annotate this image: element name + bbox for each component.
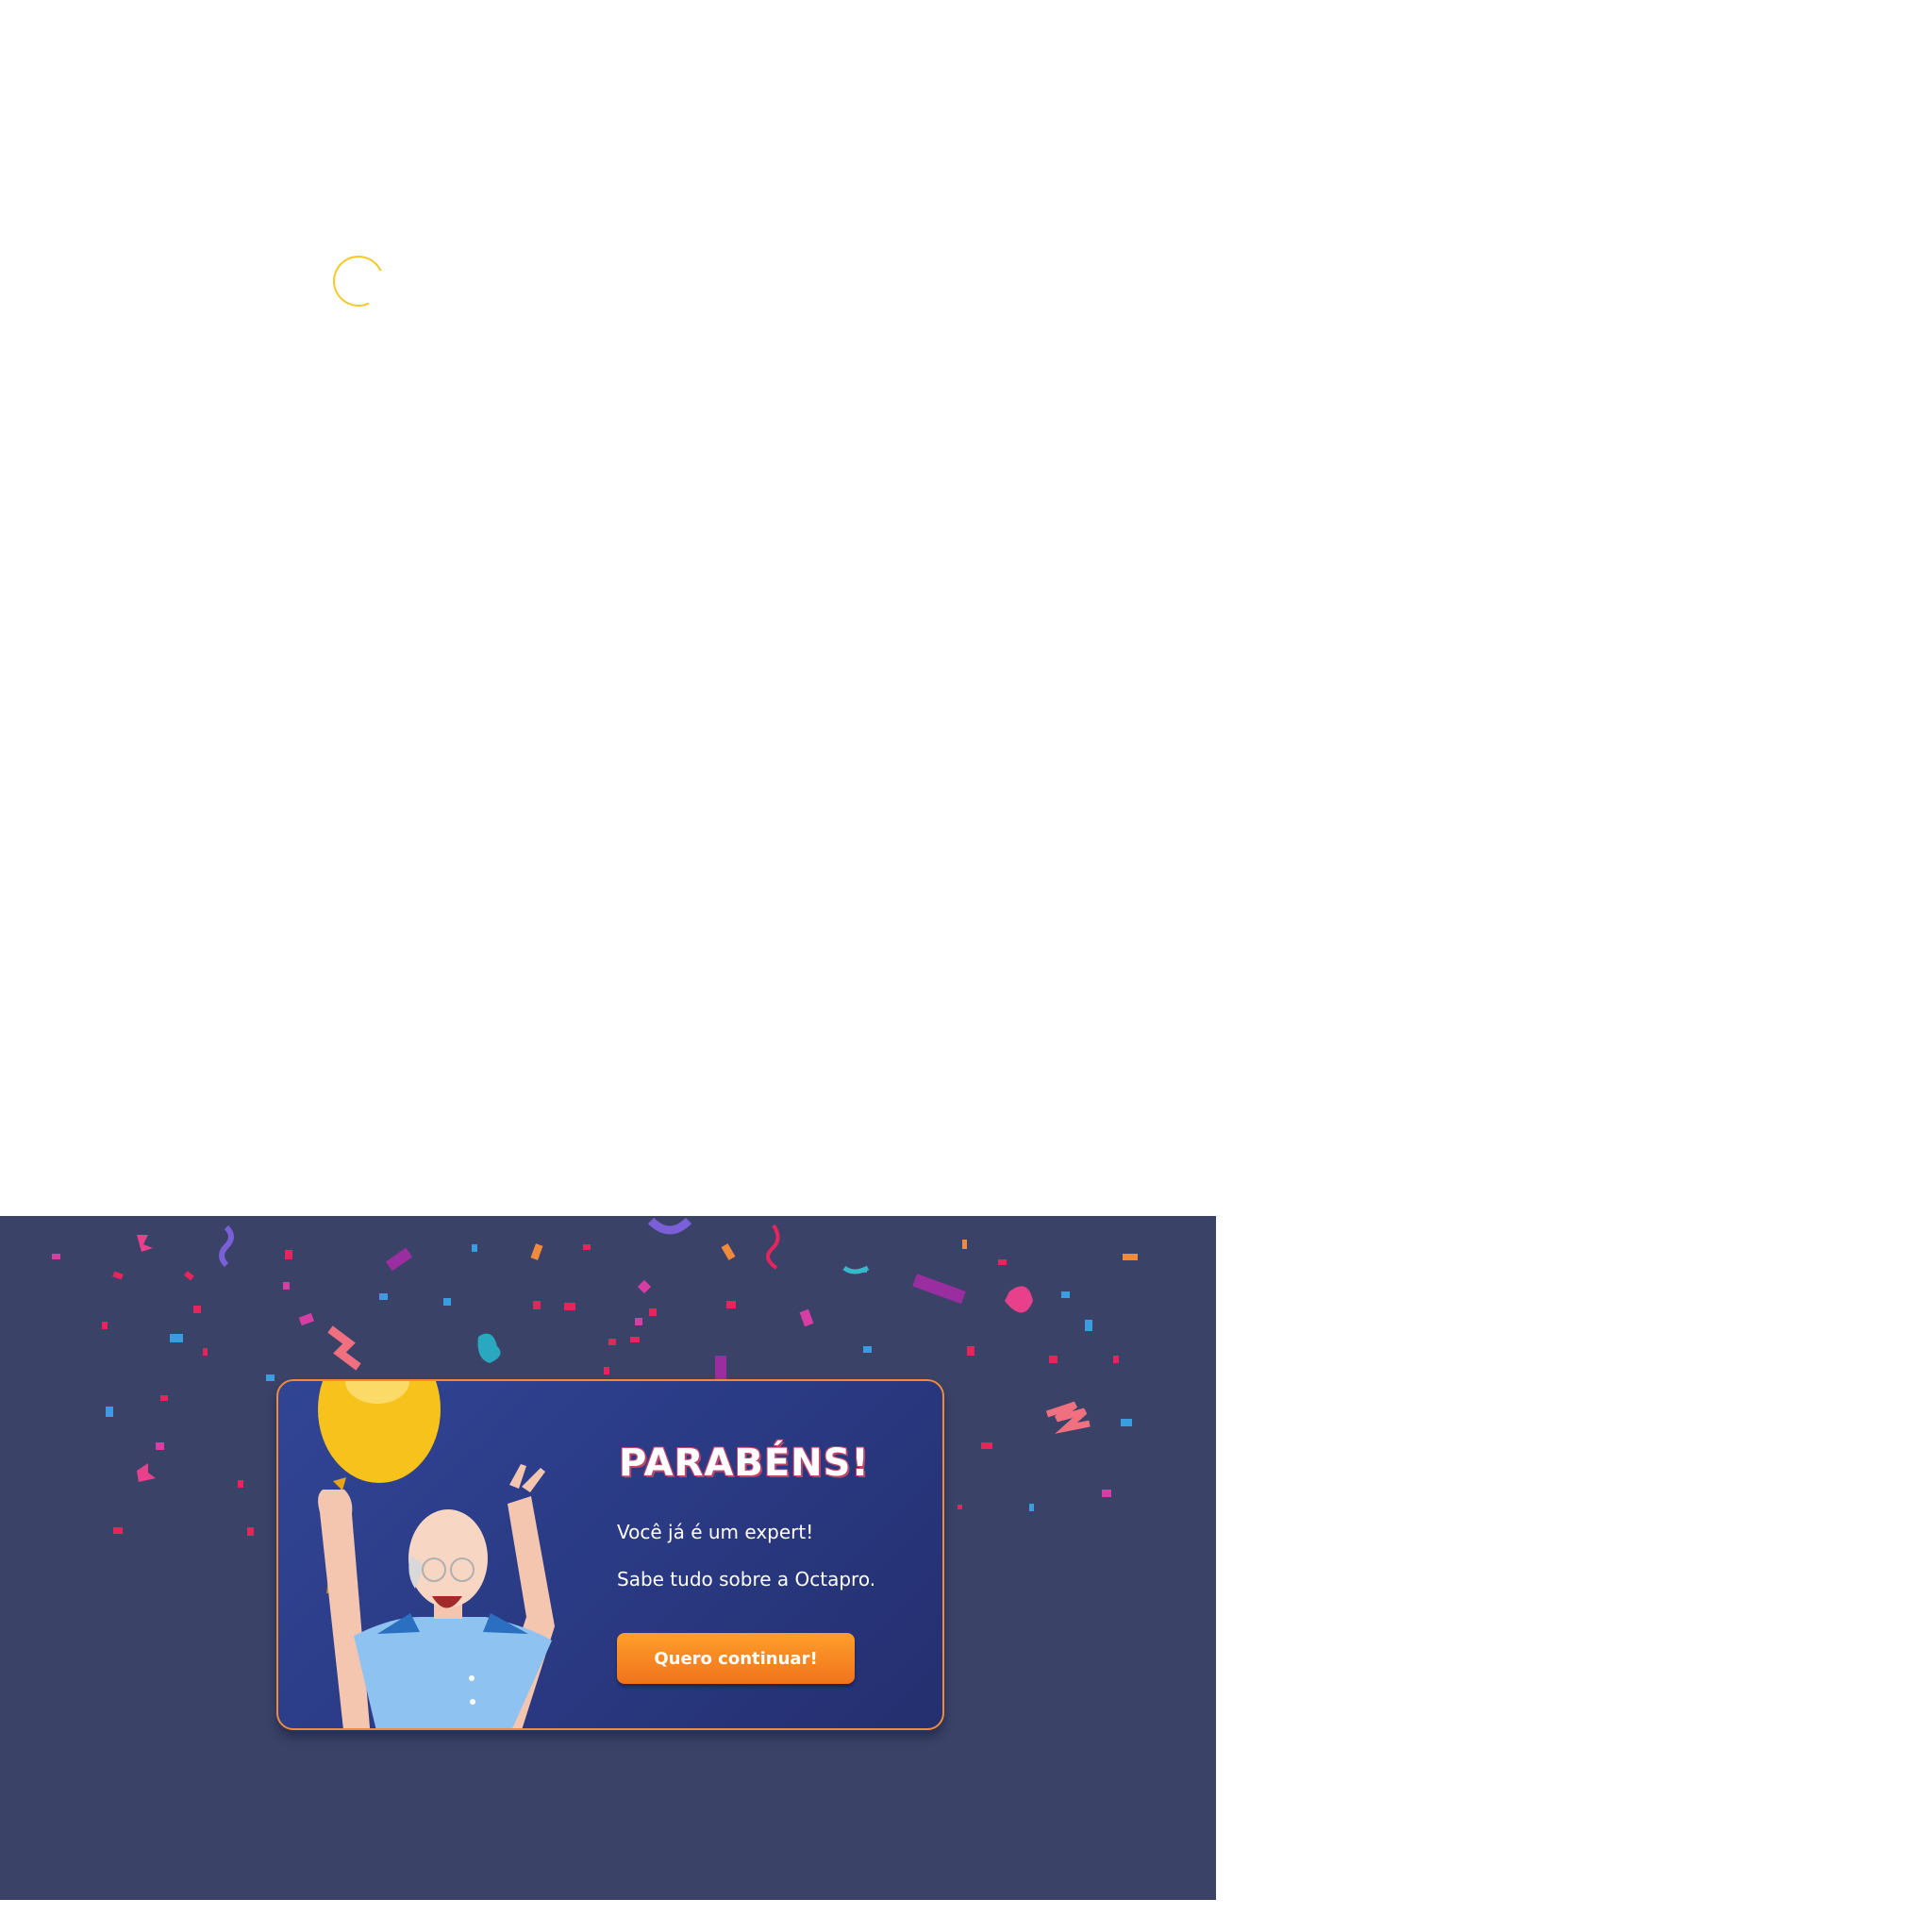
congratulations-panel: PARABÉNS! Você já é um expert! Sabe tudo… — [0, 1216, 1216, 1900]
knowledge-message: Sabe tudo sobre a Octapro. — [617, 1568, 876, 1591]
celebrating-man-illustration — [318, 1381, 555, 1728]
loading-spinner-icon — [325, 248, 391, 314]
congratulations-card: PARABÉNS! Você já é um expert! Sabe tudo… — [276, 1379, 944, 1730]
continue-button[interactable]: Quero continuar! — [617, 1633, 855, 1684]
expert-message: Você já é um expert! — [617, 1521, 814, 1543]
congratulations-title: PARABÉNS! — [619, 1441, 870, 1485]
